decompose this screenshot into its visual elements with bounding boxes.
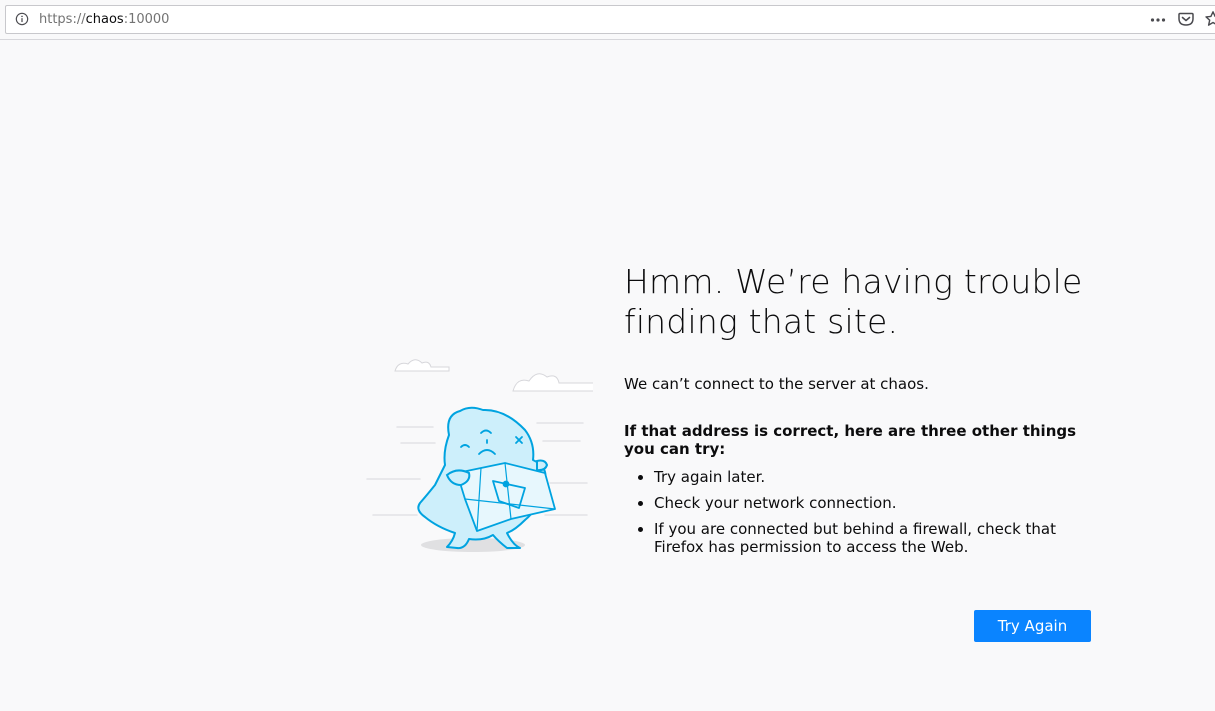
browser-toolbar: https://chaos:10000: [0, 0, 1215, 40]
error-content: Hmm. We’re having trouble finding that s…: [624, 262, 1094, 564]
info-icon[interactable]: [15, 12, 29, 26]
pocket-icon[interactable]: [1177, 10, 1195, 28]
bookmark-star-icon[interactable]: [1204, 10, 1215, 28]
tip-item: Check your network connection.: [654, 494, 1094, 512]
cloud-icon: [394, 359, 593, 392]
error-title: Hmm. We’re having trouble finding that s…: [624, 262, 1083, 341]
tips-list: Try again later. Check your network conn…: [624, 468, 1094, 556]
tip-item: If you are connected but behind a firewa…: [654, 520, 1094, 556]
url-bar[interactable]: https://chaos:10000: [5, 5, 1215, 34]
url-scheme: https://: [39, 12, 86, 27]
tip-item: Try again later.: [654, 468, 1094, 486]
error-description: We can’t connect to the server at chaos.: [624, 375, 929, 393]
url-host: chaos: [85, 12, 124, 27]
tips-heading: If that address is correct, here are thr…: [624, 422, 1077, 458]
page-actions-icon[interactable]: [1149, 11, 1167, 29]
url-port: :10000: [123, 12, 170, 27]
url-text[interactable]: https://chaos:10000: [39, 12, 169, 28]
monster-with-map-illustration: [366, 359, 593, 552]
try-again-button[interactable]: Try Again: [974, 610, 1091, 642]
